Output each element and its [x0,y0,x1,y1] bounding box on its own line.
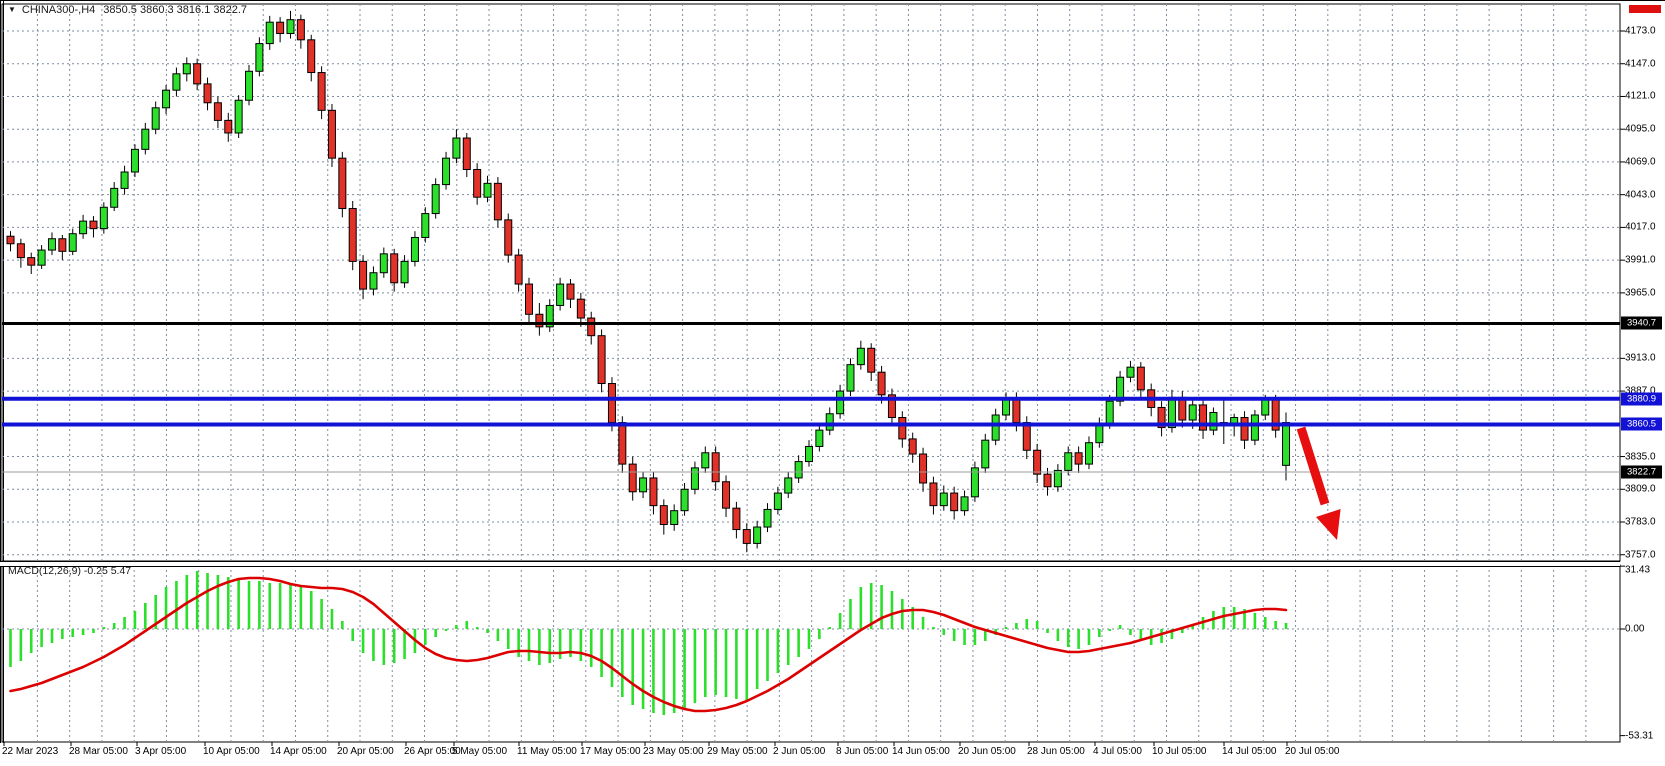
price-axis-label: 3991.0 [1625,255,1656,266]
time-axis-label: 14 Jul 05:00 [1222,746,1277,757]
time-axis-label: 4 Jul 05:00 [1093,746,1142,757]
time-axis-label: 10 Jul 05:00 [1152,746,1207,757]
time-axis-label: 28 Mar 05:00 [69,746,128,757]
price-axis-label: 3809.0 [1625,484,1656,495]
time-axis-label: 28 Jun 05:00 [1027,746,1085,757]
time-axis-label: 20 Jun 05:00 [958,746,1016,757]
price-axis-label: 3913.0 [1625,353,1656,364]
time-axis-label: 11 May 05:00 [517,746,577,757]
panel-splitter[interactable] [0,561,1620,567]
time-axis-label: 29 May 05:00 [707,746,768,757]
record-marker [1629,5,1661,13]
price-chart-canvas[interactable] [0,1,1665,766]
price-level-badge: 3860.5 [1621,418,1662,431]
price-axis-label: 3835.0 [1625,451,1656,462]
time-axis-label: 2 Jun 05:00 [773,746,825,757]
macd-axis-label: -53.31 [1625,730,1653,741]
time-axis-label: 20 Apr 05:00 [337,746,394,757]
time-axis-label: 5 May 05:00 [452,746,507,757]
time-axis-label: 23 May 05:00 [643,746,704,757]
down-trend-arrow[interactable] [1301,428,1341,540]
time-axis-label: 3 Apr 05:00 [135,746,186,757]
time-axis-label: 22 Mar 2023 [2,746,58,757]
symbol-dropdown-icon[interactable]: ▼ [8,5,16,14]
price-level-badge: 3822.7 [1621,466,1662,479]
mt4-chart-window: ▼ CHINA300-,H4 3850.5 3860.3 3816.1 3822.7… [0,0,1665,766]
price-axis-label: 4043.0 [1625,189,1656,200]
price-axis-label: 4069.0 [1625,156,1656,167]
time-axis-label: 17 May 05:00 [580,746,641,757]
price-level-badge: 3880.9 [1621,392,1662,405]
ohlc-values: 3850.5 3860.3 3816.1 3822.7 [103,4,247,16]
price-axis-label: 4017.0 [1625,222,1656,233]
price-axis-label: 4095.0 [1625,124,1656,135]
time-axis-label: 10 Apr 05:00 [203,746,260,757]
chart-title: ▼ CHINA300-,H4 3850.5 3860.3 3816.1 3822.7 [8,4,247,16]
time-axis-label: 14 Jun 05:00 [892,746,950,757]
time-axis-label: 8 Jun 05:00 [836,746,888,757]
price-axis-label: 4121.0 [1625,91,1656,102]
symbol-timeframe-label: CHINA300-,H4 [22,4,95,16]
price-axis-label: 3757.0 [1625,549,1656,560]
price-axis-label: 3965.0 [1625,287,1656,298]
macd-axis-label: 31.43 [1625,565,1650,576]
time-axis-label: 20 Jul 05:00 [1285,746,1340,757]
price-axis-label: 4147.0 [1625,58,1656,69]
macd-axis-label: 0.00 [1625,624,1644,635]
price-level-badge: 3940.7 [1621,317,1662,330]
time-axis-label: 14 Apr 05:00 [270,746,327,757]
price-axis-label: 4173.0 [1625,26,1656,37]
price-axis-label: 3783.0 [1625,517,1656,528]
